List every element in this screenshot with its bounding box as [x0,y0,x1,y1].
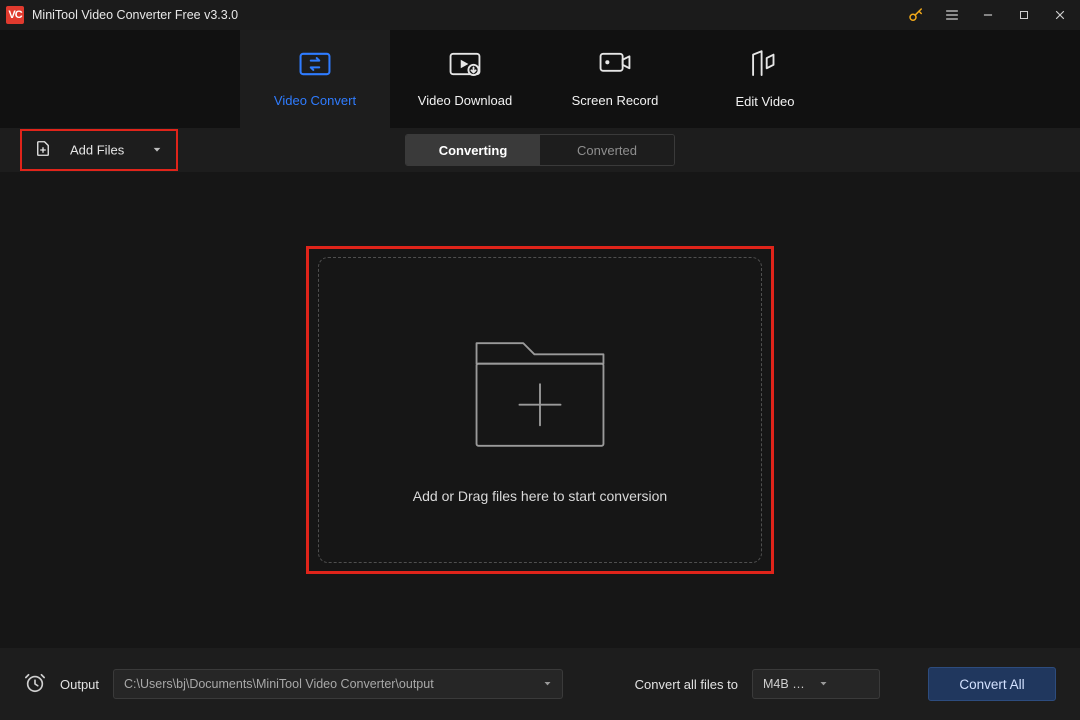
menu-icon[interactable] [938,5,966,25]
maximize-icon[interactable] [1010,5,1038,25]
nav-tab-label: Video Download [418,93,512,108]
add-files-button[interactable]: Add Files [20,134,176,167]
dropzone-hint: Add or Drag files here to start conversi… [413,488,667,504]
minimize-icon[interactable] [974,5,1002,25]
nav-tab-edit-video[interactable]: Edit Video [690,30,840,128]
convert-icon [298,50,332,81]
nav-tab-label: Video Convert [274,93,356,108]
bottombar: Output C:\Users\bj\Documents\MiniTool Vi… [0,648,1080,720]
convert-all-format-label: Convert all files to [635,677,738,692]
download-icon [448,50,482,81]
add-file-icon [34,140,52,161]
output-format-value: M4B Medium Qu [763,677,813,691]
chevron-down-icon [152,143,162,158]
nav-tab-video-convert[interactable]: Video Convert [240,30,390,128]
convert-all-button[interactable]: Convert All [928,667,1056,701]
nav-tab-label: Edit Video [735,94,794,109]
subtabs: Converting Converted [405,134,675,166]
output-path-select[interactable]: C:\Users\bj\Documents\MiniTool Video Con… [113,669,563,699]
chevron-down-icon [819,677,869,691]
nav-tab-screen-record[interactable]: Screen Record [540,30,690,128]
nav-tab-label: Screen Record [572,93,659,108]
activate-key-icon[interactable] [902,5,930,25]
app-window: VC MiniTool Video Converter Free v3.3.0 [0,0,1080,720]
output-label: Output [60,677,99,692]
app-logo: VC [6,6,24,24]
chevron-down-icon [543,677,552,691]
main-area: Add or Drag files here to start conversi… [0,172,1080,648]
close-icon[interactable] [1046,5,1074,25]
titlebar: VC MiniTool Video Converter Free v3.3.0 [0,0,1080,30]
toolbar: Add Files Converting Converted [0,128,1080,172]
folder-plus-icon [465,317,615,460]
edit-icon [748,49,782,82]
subtab-converting[interactable]: Converting [406,135,540,165]
app-title: MiniTool Video Converter Free v3.3.0 [32,8,238,22]
subtab-converted[interactable]: Converted [540,135,674,165]
record-icon [598,50,632,81]
main-nav: Video Convert Video Download [0,30,1080,128]
clock-icon[interactable] [24,672,46,697]
nav-tab-video-download[interactable]: Video Download [390,30,540,128]
add-files-label: Add Files [70,143,124,158]
output-format-select[interactable]: M4B Medium Qu [752,669,880,699]
dropzone[interactable]: Add or Drag files here to start conversi… [318,257,762,563]
highlight-dropzone: Add or Drag files here to start conversi… [306,246,774,574]
output-path-text: C:\Users\bj\Documents\MiniTool Video Con… [124,677,535,691]
